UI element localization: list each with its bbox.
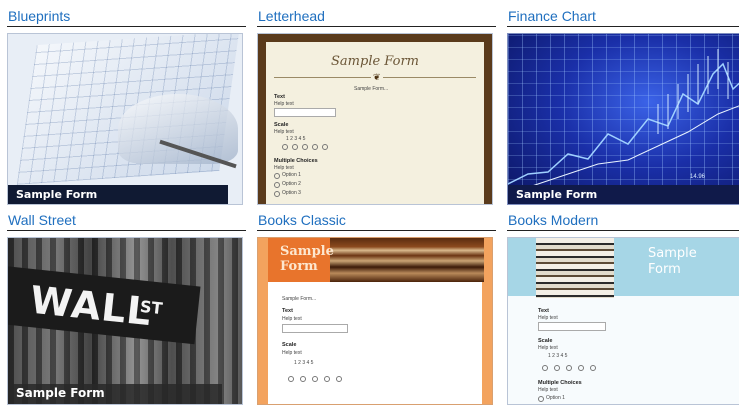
theme-title-letterhead[interactable]: Letterhead	[257, 7, 496, 27]
theme-books-modern[interactable]: Books Modern Sample Form Text Help text …	[507, 211, 739, 405]
header-form-title: Sample Form	[280, 244, 334, 274]
preview-text-box	[282, 324, 348, 333]
radio-icon	[282, 144, 288, 150]
preview-help: Help text	[274, 165, 294, 171]
preview-help: Help text	[274, 101, 294, 107]
preview-help: Help text	[282, 350, 302, 356]
theme-thumbnail-blueprints[interactable]: Sample Form	[7, 33, 243, 205]
preview-field-text: Text	[274, 94, 285, 100]
preview-field-scale: Scale	[274, 122, 289, 128]
radio-icon	[336, 376, 342, 382]
preview-field-scale: Scale	[282, 342, 297, 348]
sign-text-st: ST	[139, 296, 164, 319]
header-form-title: Sample Form	[648, 246, 697, 277]
preview-text-box	[538, 322, 606, 331]
radio-icon	[578, 365, 584, 371]
books-image	[330, 238, 484, 282]
preview-intro: Sample Form...	[354, 86, 389, 92]
radio-icon	[274, 173, 280, 179]
border-decoration	[258, 238, 268, 404]
theme-thumbnail-finance-chart[interactable]: 14.96 Sample Form	[507, 33, 739, 205]
theme-title-blueprints[interactable]: Blueprints	[7, 7, 246, 27]
theme-title-wall-street[interactable]: Wall Street	[7, 211, 246, 231]
preview-scale-numbers: 1 2 3 4 5	[294, 360, 314, 366]
thumbnail-caption: Sample Form	[8, 384, 222, 404]
ornament-icon: ❦	[371, 72, 383, 83]
blueprint-roll-image	[118, 94, 238, 164]
radio-icon	[300, 376, 306, 382]
radio-icon	[274, 182, 280, 188]
radio-icon	[538, 396, 544, 402]
preview-option: Option 3	[282, 190, 301, 196]
radio-icon	[312, 144, 318, 150]
preview-intro: Sample Form...	[282, 296, 317, 302]
theme-thumbnail-books-classic[interactable]: Sample Form Sample Form... Text Help tex…	[257, 237, 493, 405]
theme-letterhead[interactable]: Letterhead Sample Form ❦ Sample Form... …	[257, 7, 496, 205]
radio-icon	[554, 365, 560, 371]
radio-icon	[312, 376, 318, 382]
preview-field-scale: Scale	[538, 338, 553, 344]
radio-icon	[324, 376, 330, 382]
preview-field-choices: Multiple Choices	[538, 380, 582, 386]
preview-option: Option 1	[282, 172, 301, 178]
theme-thumbnail-wall-street[interactable]: WALL ST Sample Form	[7, 237, 243, 405]
preview-field-text: Text	[538, 308, 549, 314]
preview-help: Help text	[274, 129, 294, 135]
preview-help: Help text	[538, 315, 558, 321]
theme-title-books-classic[interactable]: Books Classic	[257, 211, 496, 231]
preview-help: Help text	[282, 316, 302, 322]
books-image	[536, 238, 614, 298]
thumbnail-caption: Sample Form	[8, 185, 228, 204]
radio-icon	[542, 365, 548, 371]
preview-help: Help text	[538, 387, 558, 393]
preview-field-choices: Multiple Choices	[274, 158, 318, 164]
theme-finance-chart[interactable]: Finance Chart 14.96 Sample Form	[507, 7, 739, 205]
theme-thumbnail-letterhead[interactable]: Sample Form ❦ Sample Form... Text Help t…	[257, 33, 493, 205]
theme-wall-street[interactable]: Wall Street WALL ST Sample Form	[7, 211, 246, 405]
theme-thumbnail-books-modern[interactable]: Sample Form Text Help text Scale Help te…	[507, 237, 739, 405]
radio-icon	[302, 144, 308, 150]
theme-title-books-modern[interactable]: Books Modern	[507, 211, 739, 231]
preview-text-box	[274, 108, 336, 117]
letterhead-sheet: Sample Form ❦ Sample Form... Text Help t…	[266, 42, 484, 204]
preview-scale-numbers: 1 2 3 4 5	[548, 353, 568, 359]
radio-icon	[274, 191, 280, 197]
theme-books-classic[interactable]: Books Classic Sample Form Sample Form...…	[257, 211, 496, 405]
preview-scale-numbers: 1 2 3 4 5	[286, 136, 306, 142]
radio-icon	[322, 144, 328, 150]
thumbnail-caption: Sample Form	[508, 185, 739, 204]
letterhead-form-title: Sample Form	[331, 54, 419, 69]
radio-icon	[590, 365, 596, 371]
theme-blueprints[interactable]: Blueprints Sample Form	[7, 7, 246, 205]
preview-field-text: Text	[282, 308, 293, 314]
finance-value: 14.96	[690, 174, 706, 180]
preview-option: Option 1	[546, 395, 565, 401]
preview-option: Option 2	[282, 181, 301, 187]
radio-icon	[566, 365, 572, 371]
radio-icon	[292, 144, 298, 150]
theme-title-finance-chart[interactable]: Finance Chart	[507, 7, 739, 27]
radio-icon	[288, 376, 294, 382]
preview-help: Help text	[538, 345, 558, 351]
